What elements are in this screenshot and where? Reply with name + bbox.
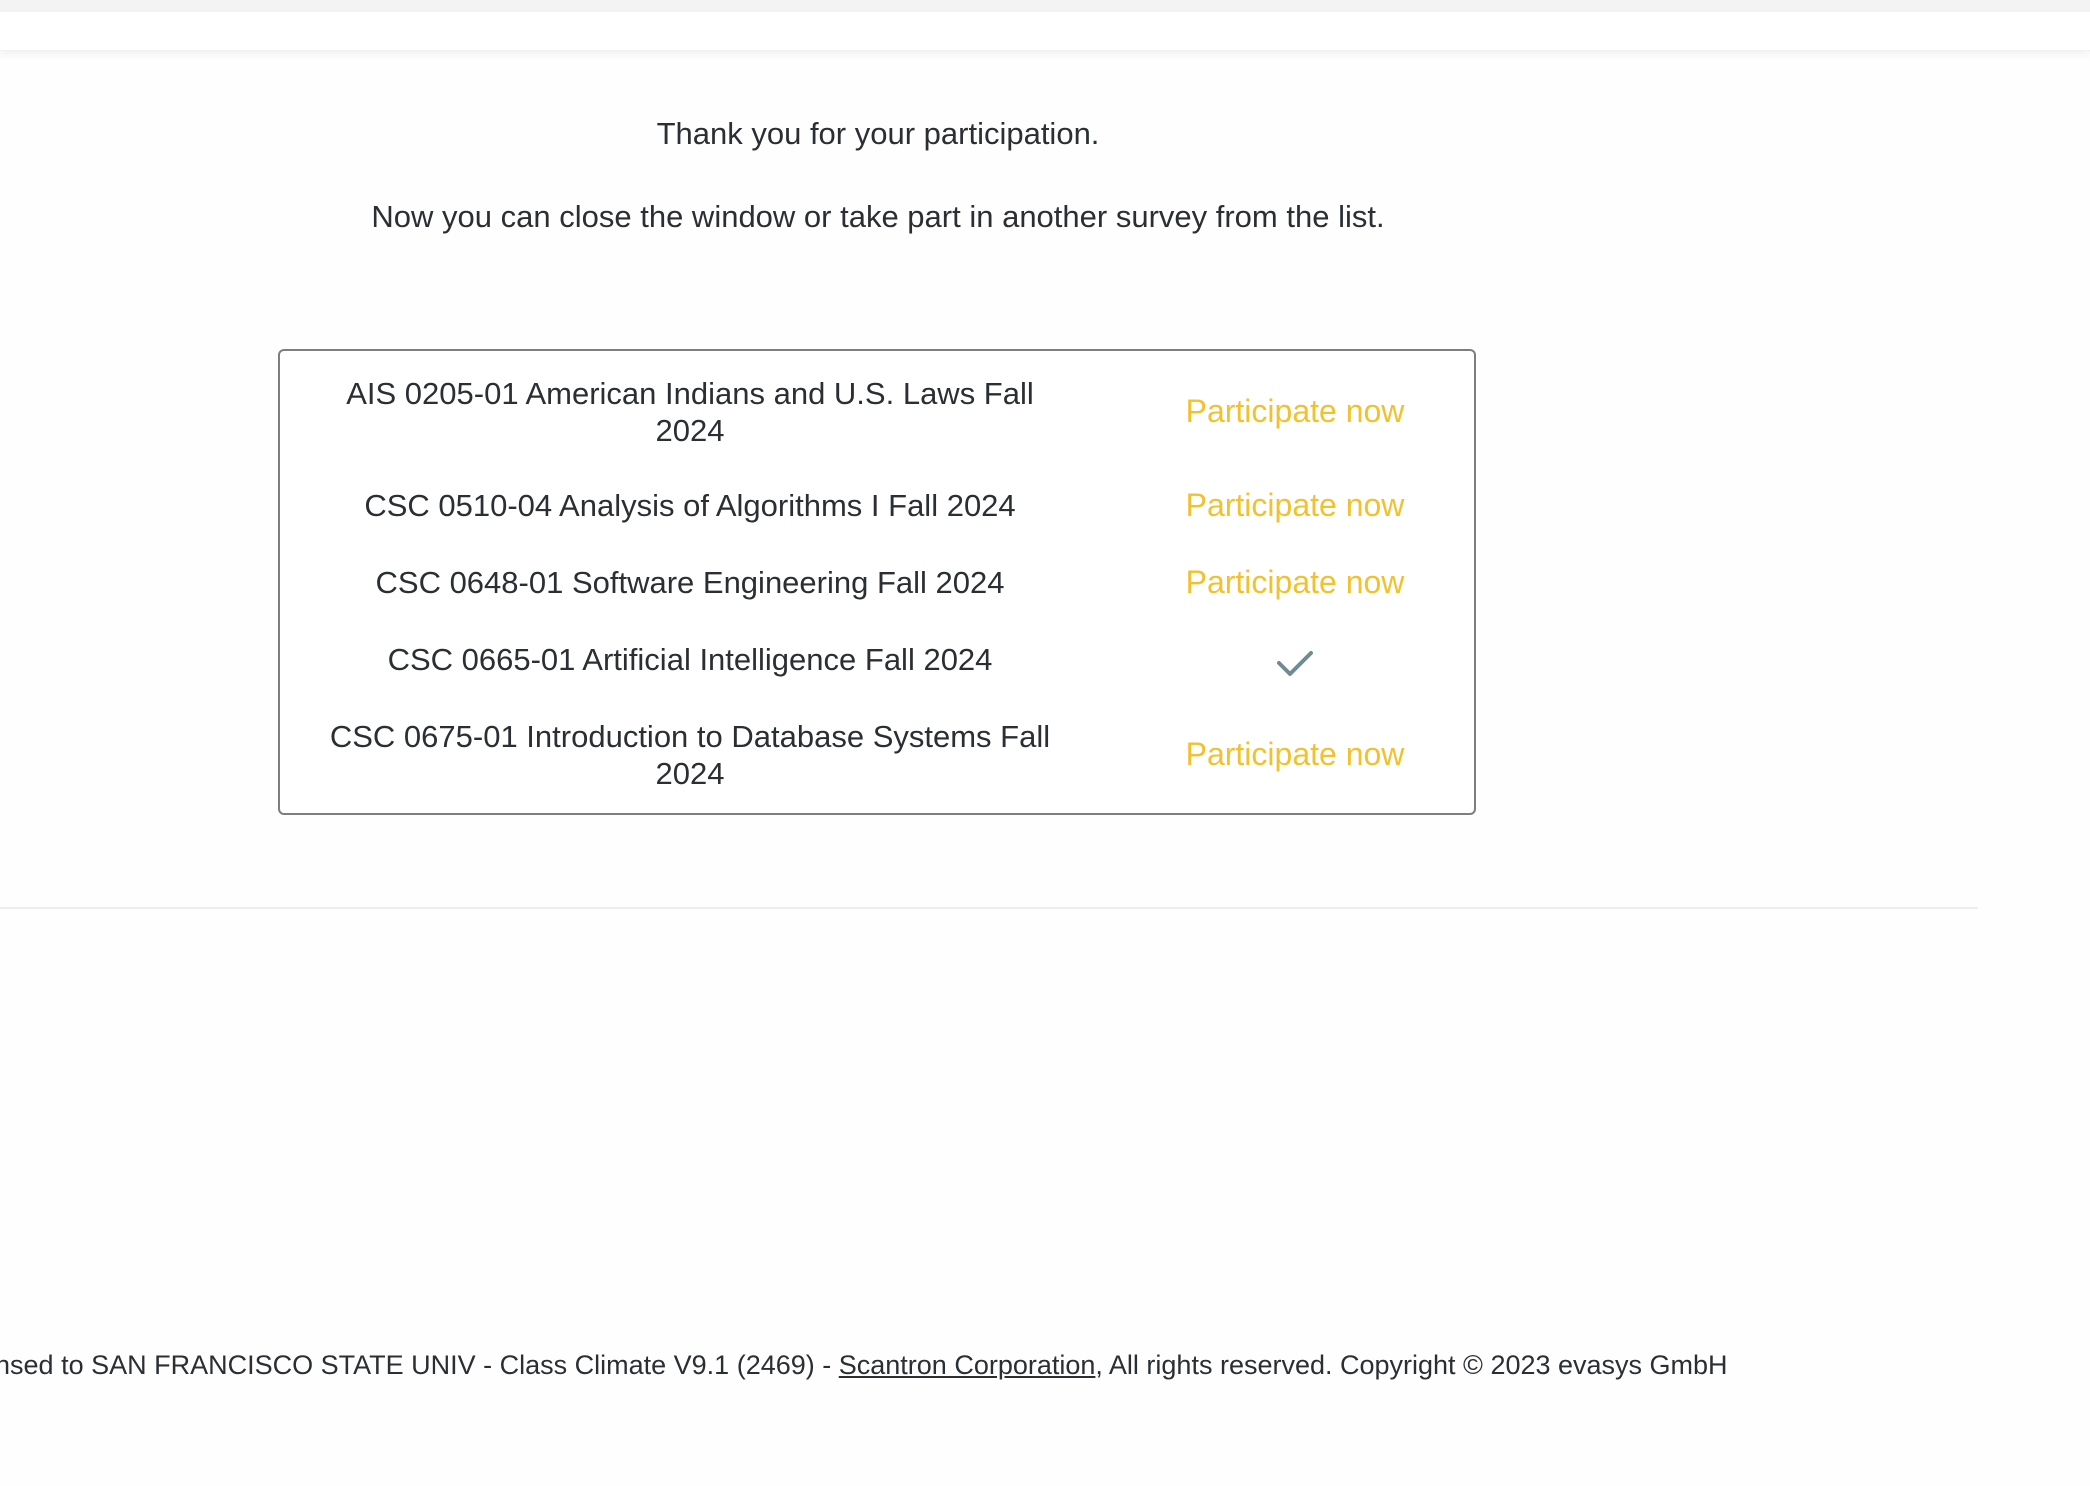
course-name-line: AIS 0205-01 American Indians and U.S. La… (346, 376, 1034, 411)
participate-now-link[interactable]: Participate now (1130, 487, 1460, 524)
course-name: CSC 0510-04 Analysis of Algorithms I Fal… (364, 488, 1016, 523)
course-name-line: CSC 0675-01 Introduction to Database Sys… (329, 719, 1051, 754)
course-name-line: 2024 (655, 413, 725, 448)
top-navigation-bar (0, 0, 2090, 51)
survey-row: CSC 0665-01 Artificial Intelligence Fall… (280, 641, 1474, 681)
footer-text: ensed to SAN FRANCISCO STATE UNIV - Clas… (0, 1350, 839, 1380)
survey-row: CSC 0648-01 Software Engineering Fall 20… (280, 564, 1474, 604)
survey-list: AIS 0205-01 American Indians and U.S. La… (278, 349, 1476, 815)
survey-row: CSC 0510-04 Analysis of Algorithms I Fal… (280, 487, 1474, 527)
top-strip (0, 0, 2090, 12)
participate-now-link[interactable]: Participate now (1130, 393, 1460, 430)
course-name: CSC 0648-01 Software Engineering Fall 20… (375, 565, 1005, 600)
survey-row: CSC 0675-01 Introduction to Database Sys… (280, 718, 1474, 794)
thank-you-message: Thank you for your participation. (656, 116, 1100, 151)
footer-divider (0, 907, 1978, 909)
checkmark-icon (1277, 651, 1313, 676)
course-name: CSC 0675-01 Introduction to Database Sys… (304, 718, 1076, 792)
survey-row: AIS 0205-01 American Indians and U.S. La… (280, 375, 1474, 449)
scantron-corporation-link[interactable]: Scantron Corporation (839, 1350, 1096, 1380)
course-name-line: 2024 (655, 756, 725, 791)
footer-copyright: ensed to SAN FRANCISCO STATE UNIV - Clas… (0, 1350, 2090, 1381)
course-name: CSC 0665-01 Artificial Intelligence Fall… (387, 642, 993, 677)
close-window-message: Now you can close the window or take par… (371, 199, 1385, 234)
course-name: AIS 0205-01 American Indians and U.S. La… (304, 375, 1076, 449)
footer-text: , All rights reserved. Copyright © 2023 … (1095, 1350, 1728, 1380)
participate-now-link[interactable]: Participate now (1130, 736, 1460, 773)
participate-now-link[interactable]: Participate now (1130, 564, 1460, 601)
